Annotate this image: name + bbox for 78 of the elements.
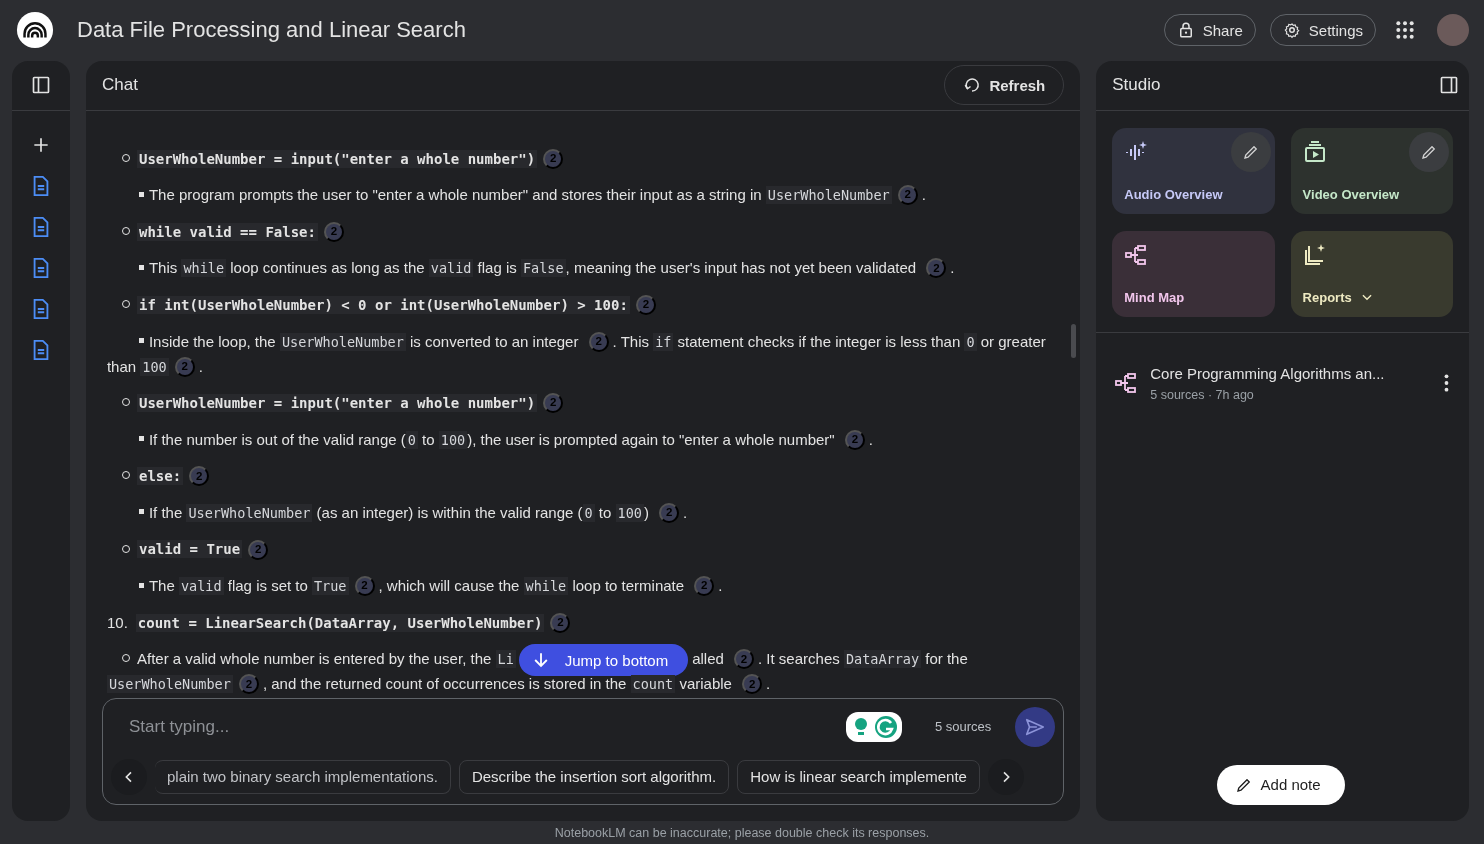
video-icon (1302, 139, 1327, 164)
list-number: 10. (106, 613, 128, 631)
collapse-panel-button[interactable] (1439, 75, 1459, 96)
citation-button[interactable]: 2 (694, 576, 715, 597)
answer-text: Inside the loop, the UserWholeNumber is converted to an integer 2 . This if statement checks if the integer is less than 0 or greater than 100 2 . (106, 330, 1047, 379)
note-meta: 5 sources · 7h ago (1150, 387, 1255, 402)
citation-button[interactable]: 2 (248, 539, 269, 560)
citation-button[interactable]: 2 (543, 148, 564, 169)
chat-input[interactable]: Start typing... (126, 710, 845, 743)
stacked-pages-icon (1302, 242, 1327, 267)
studio-tile[interactable]: Reports (1290, 230, 1453, 317)
suggestion-chip[interactable]: How is linear search implemente (737, 759, 980, 794)
code-snippet: valid = True (136, 540, 243, 559)
mind-map-icon (1114, 371, 1139, 396)
citation-button[interactable]: 2 (238, 674, 259, 695)
answer-text: If the number is out of the valid range (0 to 100), the user is prompted again to "enter a whole number" 2 . (106, 426, 1061, 452)
citation-button[interactable]: 2 (323, 221, 344, 242)
send-button[interactable] (1015, 706, 1056, 747)
add-note-button[interactable]: Add note (1216, 764, 1345, 805)
code-snippet: UserWholeNumber = input("enter a whole number") (136, 149, 538, 168)
answer-text: The valid flag is set to True 2 , which will cause the while loop to terminate 2 . (106, 573, 1061, 599)
panel-icon (30, 75, 51, 96)
studio-tile[interactable]: Video Overview (1290, 127, 1453, 214)
more-button[interactable] (1444, 374, 1449, 393)
mind-map-icon (1124, 242, 1149, 267)
code-snippet: UserWholeNumber = input("enter a whole number") (136, 394, 538, 413)
citation-button[interactable]: 2 (588, 331, 609, 352)
citation-button[interactable]: 2 (926, 258, 947, 279)
suggestion-chip[interactable]: Describe the insertion sort algorithm. (458, 759, 730, 794)
citation-button[interactable]: 2 (897, 185, 918, 206)
tile-label: Video Overview (1302, 186, 1400, 202)
citation-button[interactable]: 2 (742, 674, 763, 695)
bullet-icon (138, 582, 144, 588)
jump-to-bottom-button[interactable]: Jump to bottom (518, 644, 689, 677)
bullet-icon (138, 509, 144, 515)
code-snippet: while valid == False: (136, 222, 318, 241)
answer-text: If the UserWholeNumber (as an integer) is within the valid range (0 to 100) 2 . (106, 499, 1061, 525)
note-title[interactable]: Core Programming Algorithms an... (1150, 364, 1432, 382)
answer-text: After a valid whole number is entered by the user, the Li Jump to bottom alled 2 . It searches DataArray for the UserWholeNumber 2 , and the returned count of occurrences is stored in the count variable 2 . (106, 646, 1061, 697)
citation-button[interactable]: 2 (659, 502, 680, 523)
source-count: 5 sources (934, 719, 992, 735)
edit-button[interactable] (1409, 131, 1449, 172)
more-icon (1444, 374, 1449, 393)
code-snippet: count = LinearSearch(DataArray, UserWholeNumber) (135, 613, 545, 632)
citation-button[interactable]: 2 (354, 576, 375, 597)
citation-button[interactable]: 2 (174, 356, 195, 377)
disclaimer-text: NotebookLM can be inaccurate; please double check its responses. (554, 826, 930, 841)
edit-button[interactable] (1230, 131, 1271, 172)
bullet-icon (138, 338, 144, 344)
tile-label: Audio Overview (1124, 186, 1223, 202)
panel-title: Studio (1112, 75, 1162, 96)
citation-button[interactable]: 2 (734, 649, 754, 670)
studio-tile[interactable]: Mind Map (1112, 230, 1275, 317)
studio-tile[interactable]: Audio Overview (1112, 127, 1275, 214)
answer-text: This while loop continues as long as the valid flag is False, meaning the user's input has not yet been validated 2 . (106, 255, 1061, 281)
bullet-icon (138, 191, 144, 197)
tile-label: Mind Map (1124, 289, 1185, 305)
refresh-icon (963, 76, 982, 95)
answer-text: The program prompts the user to "enter a whole number" and stores their input as a string in UserWholeNumber 2 . (106, 182, 1061, 208)
code-snippet: else: (136, 467, 184, 486)
panel-title: Chat (101, 75, 139, 96)
citation-button[interactable]: 2 (543, 393, 564, 414)
citation-button[interactable]: 2 (844, 429, 865, 450)
citation-button[interactable]: 2 (189, 466, 210, 487)
notebook-title: Data File Processing and Linear Search (77, 17, 467, 44)
apps-grid-icon (1395, 20, 1415, 41)
bullet-icon (138, 264, 144, 270)
grammar-assistant-icon (844, 710, 903, 743)
collapse-panel-button[interactable] (30, 75, 51, 96)
code-snippet: if int(UserWholeNumber) < 0 or int(UserWholeNumber) > 100: (136, 295, 630, 314)
panel-icon (1439, 75, 1459, 96)
bullet-icon (138, 436, 144, 442)
citation-button[interactable]: 2 (635, 294, 656, 315)
citation-button[interactable]: 2 (550, 612, 571, 633)
scrollbar[interactable] (1071, 323, 1077, 358)
tile-label: Reports (1302, 289, 1352, 305)
settings-icon (1282, 21, 1301, 40)
notebook-logo (16, 11, 54, 50)
